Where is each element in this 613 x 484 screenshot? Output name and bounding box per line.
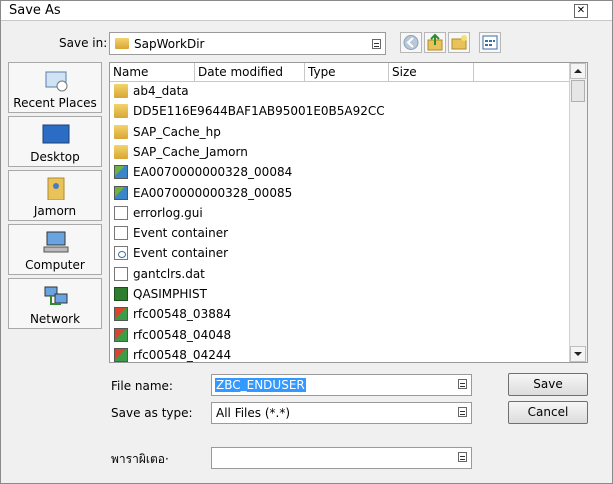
column-type[interactable]: Type xyxy=(305,63,389,81)
save-in-dropdown[interactable]: SapWorkDir xyxy=(109,32,386,55)
place-jamorn[interactable]: Jamorn xyxy=(8,170,102,221)
file-name: ab4_data xyxy=(133,84,189,98)
save-in-value: SapWorkDir xyxy=(134,37,205,51)
place-label: Network xyxy=(29,312,81,326)
back-button[interactable] xyxy=(400,32,422,53)
file-name: Event container xyxy=(133,226,229,241)
file-name: gantclrs.dat xyxy=(133,266,205,281)
place-label: Computer xyxy=(25,258,85,272)
title-bar: Save As ✕ xyxy=(1,1,612,21)
folder-icon xyxy=(114,84,128,98)
scroll-down-icon xyxy=(574,352,582,356)
place-label: Recent Places xyxy=(13,96,97,110)
computer-icon xyxy=(43,231,69,253)
user-folder-icon xyxy=(47,177,65,200)
scroll-up-icon xyxy=(574,69,582,73)
file-name-value: ZBC_ENDUSER xyxy=(215,378,306,392)
file-name: Event container xyxy=(133,246,229,261)
scroll-down-button[interactable] xyxy=(570,346,586,362)
blank-file-icon xyxy=(114,226,128,241)
new-folder-button[interactable] xyxy=(448,32,470,53)
blank-file-icon xyxy=(114,266,128,281)
file-name: rfc00548_04048 xyxy=(133,327,232,342)
file-name-input[interactable]: ZBC_ENDUSER xyxy=(211,374,472,396)
rfc-file-icon xyxy=(114,307,128,322)
file-name: SAP_Cache_Jamorn xyxy=(133,144,248,159)
window-title: Save As xyxy=(9,3,61,18)
folder-icon xyxy=(114,124,128,139)
network-icon xyxy=(44,286,68,305)
encoding-label: พาราผิเตอ· xyxy=(111,452,169,466)
place-recent-places[interactable]: Recent Places xyxy=(8,62,102,113)
save-button[interactable]: Save xyxy=(508,373,588,396)
view-menu-button[interactable] xyxy=(479,32,501,53)
config-file-icon xyxy=(114,246,128,261)
place-desktop[interactable]: Desktop xyxy=(8,116,102,167)
folder-icon xyxy=(114,144,128,159)
place-label: Desktop xyxy=(30,150,80,164)
encoding-dropdown[interactable] xyxy=(211,447,472,469)
place-label: Jamorn xyxy=(33,204,77,218)
folder-icon xyxy=(115,38,129,49)
close-icon: ✕ xyxy=(576,5,586,16)
save-as-type-dropdown[interactable]: All Files (*.*) xyxy=(211,402,472,424)
file-list[interactable]: Name Date modified Type Size ab4_data DD5… xyxy=(109,62,588,363)
save-as-dialog: Save As ✕ Save in: SapWorkDir Recent Pla… xyxy=(0,0,613,484)
column-name[interactable]: Name xyxy=(110,63,195,81)
image-file-icon xyxy=(114,165,128,180)
save-in-label: Save in: xyxy=(59,36,108,50)
file-name: SAP_Cache_hp xyxy=(133,124,221,139)
cancel-button[interactable]: Cancel xyxy=(508,401,588,424)
chevron-down-icon xyxy=(458,407,467,417)
back-arrow-icon xyxy=(403,35,419,50)
column-size[interactable]: Size xyxy=(389,63,474,81)
file-name: DD5E116E9644BAF1AB95001E0B5A92CC xyxy=(133,104,385,119)
chevron-down-icon xyxy=(458,452,467,462)
rfc-file-icon xyxy=(114,347,128,362)
folder-icon xyxy=(114,104,128,119)
scroll-up-button[interactable] xyxy=(570,63,586,79)
file-name: errorlog.gui xyxy=(133,205,203,220)
up-folder-button[interactable] xyxy=(424,32,446,53)
rfc-file-icon xyxy=(114,327,128,342)
file-list-header: Name Date modified Type Size xyxy=(110,63,570,82)
places-bar: Recent Places Desktop Jamorn Computer Ne… xyxy=(8,62,102,329)
file-name: EA0070000000328_00085 xyxy=(133,185,293,200)
file-name: rfc00548_03884 xyxy=(133,307,232,322)
view-menu-icon xyxy=(482,35,498,50)
chevron-down-icon xyxy=(458,379,467,389)
desktop-icon xyxy=(42,124,70,144)
vertical-scrollbar[interactable] xyxy=(569,63,587,362)
file-name-label: File name: xyxy=(111,379,173,393)
new-folder-icon xyxy=(451,35,467,50)
file-name: QASIMPHIST xyxy=(133,287,207,301)
excel-file-icon xyxy=(114,287,128,301)
file-name: EA0070000000328_00084 xyxy=(133,165,293,180)
column-date-modified[interactable]: Date modified xyxy=(195,63,305,81)
scroll-thumb[interactable] xyxy=(571,80,585,102)
recent-places-icon xyxy=(45,71,68,92)
image-file-icon xyxy=(114,185,128,200)
close-button[interactable]: ✕ xyxy=(574,4,588,18)
place-computer[interactable]: Computer xyxy=(8,224,102,275)
save-as-type-value: All Files (*.*) xyxy=(216,406,291,420)
blank-file-icon xyxy=(114,205,128,220)
file-name: rfc00548_04244 xyxy=(133,347,232,362)
chevron-down-icon xyxy=(372,39,381,49)
save-as-type-label: Save as type: xyxy=(111,406,193,420)
place-network[interactable]: Network xyxy=(8,278,102,329)
up-folder-icon xyxy=(427,33,443,51)
